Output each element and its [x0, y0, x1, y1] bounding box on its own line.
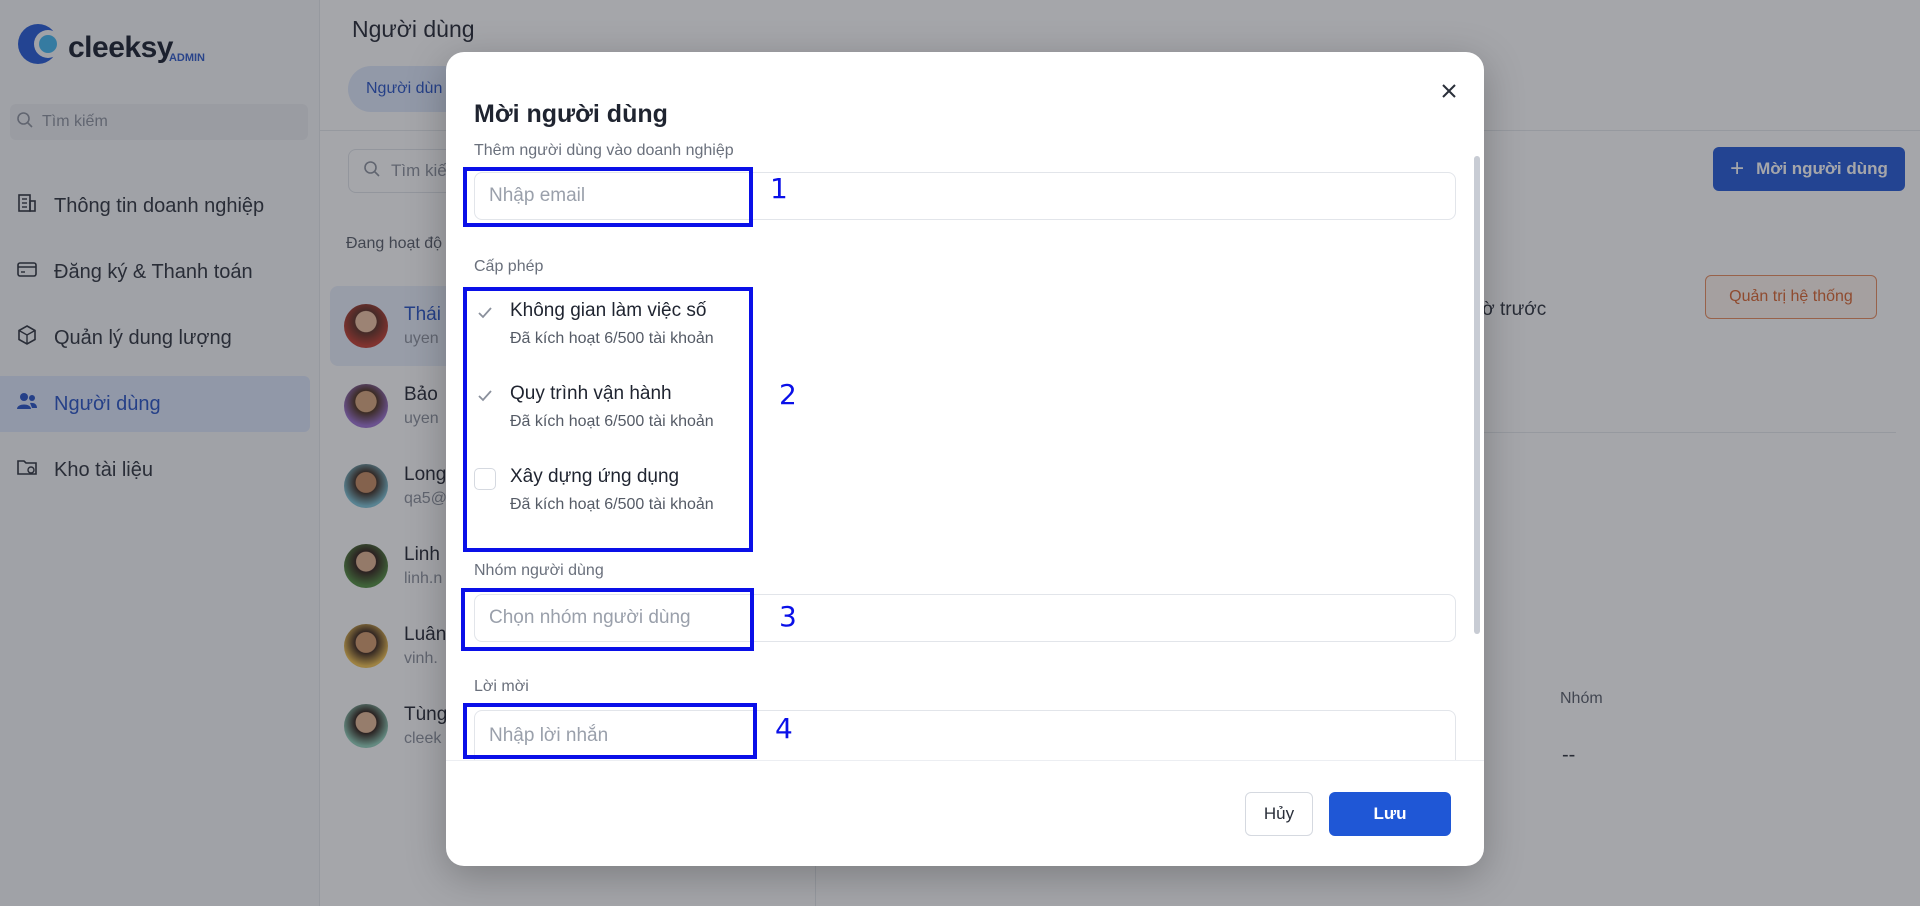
annotation-box-1 — [463, 167, 753, 227]
annotation-label-2: 2 — [779, 378, 797, 411]
modal-title: Mời người dùng — [474, 100, 668, 128]
modal-footer-divider — [446, 760, 1484, 761]
annotation-box-4 — [463, 703, 757, 759]
annotation-box-3 — [461, 588, 754, 651]
annotation-label-3: 3 — [779, 600, 797, 633]
modal-scrollbar-thumb[interactable] — [1474, 156, 1480, 634]
save-button[interactable]: Lưu — [1329, 792, 1451, 836]
annotation-label-4: 4 — [775, 712, 793, 745]
annotation-label-1: 1 — [770, 172, 788, 205]
message-section-label: Lời mời — [474, 678, 529, 695]
license-section-label: Cấp phép — [474, 258, 544, 275]
email-section-label: Thêm người dùng vào doanh nghiệp — [474, 142, 734, 159]
close-icon — [1441, 83, 1457, 104]
annotation-box-2 — [463, 287, 753, 552]
modal-scrollbar[interactable] — [1474, 156, 1480, 634]
close-button[interactable] — [1434, 78, 1464, 108]
cancel-button[interactable]: Hủy — [1245, 792, 1313, 836]
group-section-label: Nhóm người dùng — [474, 562, 604, 579]
